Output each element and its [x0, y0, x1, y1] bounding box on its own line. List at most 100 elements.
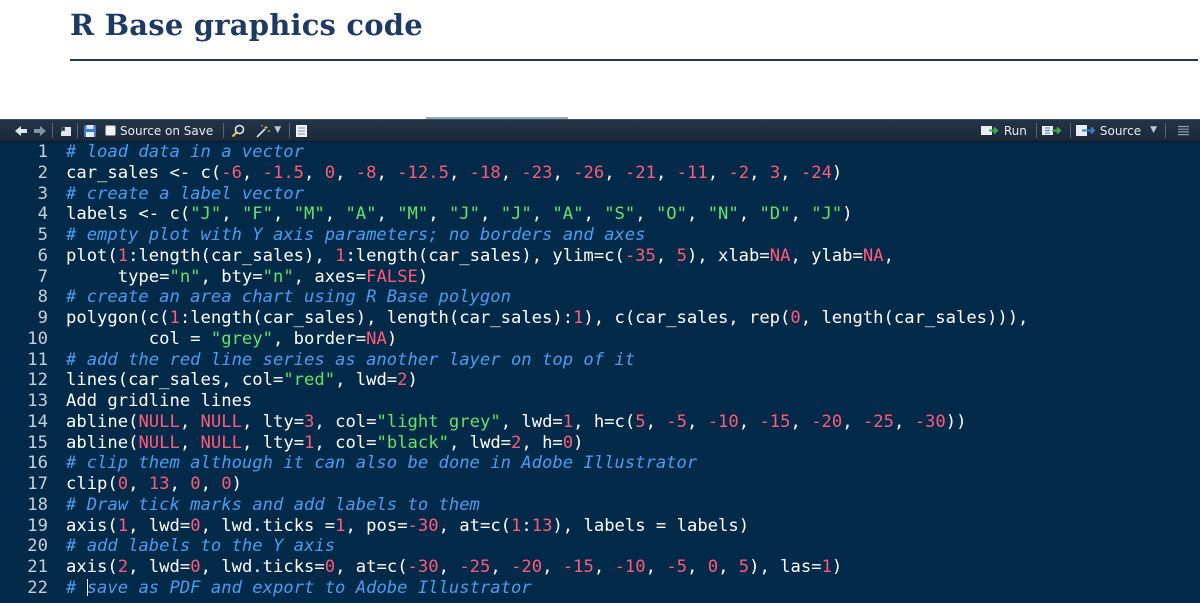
code-number: -10	[614, 557, 646, 577]
code-line[interactable]: 13 Add gridline lines	[0, 391, 1200, 412]
code-number: 1	[117, 515, 129, 536]
show-in-window-icon[interactable]	[58, 120, 72, 141]
code-line[interactable]: 4 labels <- c("J", "F", "M", "A", "M", "J…	[0, 204, 1200, 225]
code-token: polygon(c(	[66, 308, 170, 328]
code-string: "F"	[241, 204, 273, 225]
source-on-save-checkbox[interactable]	[105, 125, 116, 136]
code-line[interactable]: 5 # empty plot with Y axis parameters; no…	[0, 225, 1200, 246]
code-token: ,	[335, 162, 356, 183]
code-line[interactable]: 14 abline(NULL, NULL, lty=3, col="light g…	[0, 412, 1200, 433]
code-number: NA	[366, 328, 387, 349]
code-token: , lwd=	[128, 557, 191, 577]
code-token: ,	[883, 245, 894, 266]
code-line[interactable]: 3 # create a label vector	[0, 184, 1200, 205]
code-number: -5	[666, 411, 687, 432]
code-token: ,	[749, 162, 770, 183]
search-icon[interactable]	[231, 120, 245, 141]
code-token: )	[417, 266, 429, 287]
line-number: 16	[27, 453, 48, 474]
source-label: Source	[1099, 123, 1142, 138]
code-line[interactable]: 21 axis(2, lwd=0, lwd.ticks=0, at=c(-30, …	[0, 557, 1200, 578]
source-icon	[1075, 124, 1096, 137]
code-token: , h=	[521, 432, 563, 453]
code-number: 0	[562, 432, 574, 453]
magic-wand-icon[interactable]	[255, 120, 271, 141]
code-token: , col=	[314, 411, 377, 432]
code-number: -2	[728, 162, 750, 183]
line-number: 17	[27, 474, 48, 494]
code-number: -23	[521, 162, 553, 183]
code-number: 1	[335, 515, 346, 536]
code-token: ), xlab=	[686, 245, 770, 266]
code-number: -15	[562, 557, 594, 577]
arrow-left-icon[interactable]	[14, 120, 28, 141]
outline-icon[interactable]	[1177, 120, 1190, 141]
code-token: ,	[686, 204, 708, 225]
chevron-down-icon[interactable]: ▼	[274, 120, 281, 141]
code-line[interactable]: 2 car_sales <- c(-6, -1.5, 0, -8, -12.5, …	[0, 163, 1200, 184]
source-dropdown-chevron-icon[interactable]: ▼	[1150, 126, 1157, 135]
code-line[interactable]: 15 abline(NULL, NULL, lty=1, col="black",…	[0, 433, 1200, 454]
line-number: 6	[37, 245, 48, 266]
code-line[interactable]: 1 # load data in a vector	[0, 142, 1200, 163]
code-line[interactable]: 7 type="n", bty="n", axes=FALSE)	[0, 267, 1200, 288]
code-text: abline(NULL, NULL, lty=1, col="black", l…	[66, 433, 584, 454]
code-token: ,	[604, 162, 625, 183]
code-number: -30	[407, 557, 439, 577]
code-text: # empty plot with Y axis parameters; no …	[66, 225, 645, 246]
code-comment: # create a label vector	[66, 183, 304, 204]
code-line[interactable]: 9 polygon(c(1:length(car_sales), length(c…	[0, 308, 1200, 329]
code-text: plot(1:length(car_sales), 1:length(car_s…	[66, 246, 894, 267]
code-editor[interactable]: 1 # load data in a vector 2 car_sales <- c(…	[0, 142, 1200, 603]
code-string: "M"	[397, 204, 429, 225]
code-token: ,	[531, 204, 553, 225]
arrow-right-icon[interactable]	[33, 120, 47, 141]
code-token: ,	[790, 411, 812, 432]
code-token: abline(	[66, 432, 139, 453]
code-token: , axes=	[293, 266, 367, 287]
code-number: -24	[800, 162, 832, 183]
source-button[interactable]: Source ▼	[1075, 120, 1157, 141]
code-text: type="n", bty="n", axes=FALSE)	[66, 267, 428, 288]
code-line[interactable]: 11 # add the red line series as another l…	[0, 350, 1200, 371]
code-text: axis(2, lwd=0, lwd.ticks=0, at=c(-30, -2…	[66, 557, 842, 578]
code-token: axis(	[66, 557, 118, 577]
line-number: 5	[37, 225, 48, 245]
code-line[interactable]: 17 clip(0, 13, 0, 0)	[0, 474, 1200, 495]
run-button[interactable]: Run	[980, 120, 1027, 141]
code-number: 1	[511, 515, 522, 536]
code-token: :length(car_sales), length(car_sales):	[179, 308, 574, 328]
code-line[interactable]: 12 lines(car_sales, col="red", lwd=2)	[0, 370, 1200, 391]
save-icon[interactable]	[83, 120, 97, 141]
code-line[interactable]: 19 axis(1, lwd=0, lwd.ticks =1, pos=-30, …	[0, 516, 1200, 537]
code-number: 2	[397, 370, 408, 391]
code-token: , pos=	[345, 515, 408, 536]
line-number: 14	[27, 411, 48, 432]
code-token: ,	[500, 162, 522, 183]
code-number: 0	[190, 474, 201, 494]
code-line[interactable]: 6 plot(1:length(car_sales), 1:length(car_…	[0, 246, 1200, 267]
rerun-icon[interactable]	[1041, 120, 1062, 141]
code-line[interactable]: 16 # clip them although it can also be do…	[0, 453, 1200, 474]
code-token: , border=	[272, 328, 367, 349]
code-token: car_sales <- c(	[66, 162, 222, 183]
source-on-save-toggle[interactable]: Source on Save	[105, 120, 213, 141]
code-line[interactable]: 18 # Draw tick marks and add labels to th…	[0, 495, 1200, 516]
code-token: labels <- c(	[66, 204, 191, 225]
code-token: , length(car_sales))),	[800, 308, 1029, 328]
code-text: # create a label vector	[66, 184, 304, 205]
code-number: 1	[335, 245, 346, 266]
code-line[interactable]: 10 col = "grey", border=NA)	[0, 329, 1200, 350]
code-token: , ylab=	[790, 245, 863, 266]
code-token: )	[831, 557, 843, 577]
line-number: 20	[27, 536, 48, 557]
compile-report-icon[interactable]	[295, 120, 308, 141]
code-number: 13	[148, 474, 170, 494]
code-number: -6	[221, 162, 242, 183]
code-line[interactable]: 22 # save as PDF and export to Adobe Illu…	[0, 578, 1200, 599]
code-line[interactable]: 8 # create an area chart using R Base pol…	[0, 287, 1200, 308]
code-token: type=	[66, 266, 170, 287]
code-token: )	[831, 162, 843, 183]
code-line[interactable]: 20 # add labels to the Y axis	[0, 536, 1200, 557]
code-token: :length(car_sales), ylim=c(	[345, 245, 625, 266]
